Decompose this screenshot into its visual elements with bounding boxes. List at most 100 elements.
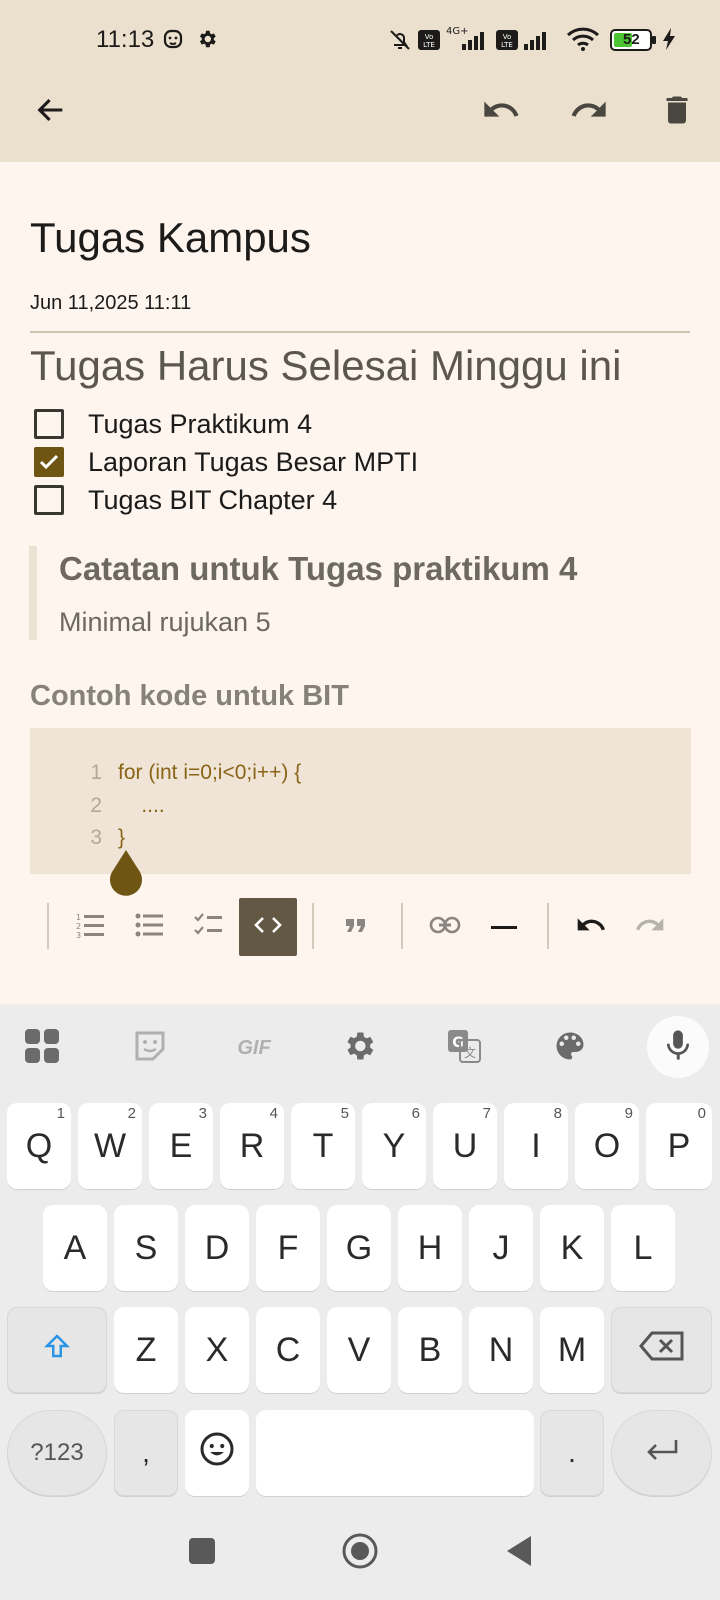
back-triangle-icon [505, 1535, 533, 1571]
home-button[interactable] [337, 1530, 383, 1576]
code-text: for (int i=0;i<0;i++) { [118, 761, 302, 784]
voice-input-button[interactable] [647, 1016, 709, 1078]
key-d[interactable]: D [185, 1205, 249, 1291]
key-label: N [488, 1330, 514, 1369]
text-cursor-handle[interactable] [106, 850, 146, 898]
apps-grid-icon [24, 1028, 60, 1069]
key-o[interactable]: O9 [575, 1103, 639, 1189]
key-s[interactable]: S [114, 1205, 178, 1291]
checkbox-checked[interactable] [34, 447, 64, 477]
checkbox[interactable] [34, 485, 64, 515]
apps-grid-button[interactable] [12, 1018, 72, 1078]
key-label: A [63, 1228, 87, 1267]
backspace-key[interactable] [611, 1307, 712, 1393]
key-b[interactable]: B [398, 1307, 462, 1393]
key-k[interactable]: K [540, 1205, 604, 1291]
key-q[interactable]: Q1 [7, 1103, 71, 1189]
key-g[interactable]: G [327, 1205, 391, 1291]
recents-button[interactable] [179, 1530, 225, 1576]
undo-icon [575, 909, 607, 946]
undo-button[interactable] [475, 86, 527, 138]
key-p[interactable]: P0 [646, 1103, 712, 1189]
key-f[interactable]: F [256, 1205, 320, 1291]
period-key[interactable]: . [540, 1410, 604, 1496]
svg-text:文: 文 [464, 1045, 476, 1060]
shift-arrow-icon [42, 1331, 72, 1370]
sticker-icon [133, 1029, 167, 1068]
back-nav-button[interactable] [496, 1530, 542, 1576]
check-icon [39, 454, 59, 470]
volte-icon-2: Vo LTE [496, 30, 518, 55]
shift-key[interactable] [7, 1307, 107, 1393]
ordered-list-button[interactable]: 123 [62, 898, 120, 956]
key-w[interactable]: W2 [78, 1103, 142, 1189]
key-m[interactable]: M [540, 1307, 604, 1393]
space-key[interactable] [256, 1410, 534, 1496]
key-u[interactable]: U7 [433, 1103, 497, 1189]
quote-button[interactable] [327, 898, 385, 956]
translate-icon: G文 [446, 1028, 482, 1069]
comma-key[interactable]: , [114, 1410, 178, 1496]
key-z[interactable]: Z [114, 1307, 178, 1393]
link-button[interactable] [416, 898, 474, 956]
key-h[interactable]: H [398, 1205, 462, 1291]
check-list-button[interactable] [180, 898, 238, 956]
svg-text:3: 3 [76, 931, 81, 938]
key-label: Z [135, 1330, 157, 1369]
checklist-item[interactable]: Laporan Tugas Besar MPTI [34, 444, 418, 480]
mic-icon [663, 1028, 693, 1067]
key-r[interactable]: R4 [220, 1103, 284, 1189]
horizontal-rule-button[interactable] [475, 898, 533, 956]
toolbar-undo-button[interactable] [562, 898, 620, 956]
key-j[interactable]: J [469, 1205, 533, 1291]
line-number: 1 [90, 761, 102, 784]
key-label: K [560, 1228, 584, 1267]
title-divider [30, 331, 690, 333]
redo-button[interactable] [563, 86, 615, 138]
key-v[interactable]: V [327, 1307, 391, 1393]
keyboard-settings-button[interactable] [329, 1018, 389, 1078]
key-a[interactable]: A [43, 1205, 107, 1291]
emoji-key[interactable] [185, 1410, 249, 1496]
signal-icon-2 [522, 28, 556, 57]
key-c[interactable]: C [256, 1307, 320, 1393]
bullet-list-icon [135, 912, 165, 943]
key-y[interactable]: Y6 [362, 1103, 426, 1189]
checklist-item[interactable]: Tugas BIT Chapter 4 [34, 482, 337, 518]
theme-button[interactable] [540, 1018, 600, 1078]
sticker-button[interactable] [120, 1018, 180, 1078]
code-button[interactable] [239, 898, 297, 956]
key-e[interactable]: E3 [149, 1103, 213, 1189]
checklist-item[interactable]: Tugas Praktikum 4 [34, 406, 312, 442]
toolbar-redo-button[interactable] [621, 898, 679, 956]
delete-button[interactable] [651, 86, 703, 138]
note-heading[interactable]: Tugas Harus Selesai Minggu ini [30, 342, 621, 390]
bullet-list-button[interactable] [121, 898, 179, 956]
blockquote-heading[interactable]: Catatan untuk Tugas praktikum 4 [59, 550, 577, 588]
symbols-key[interactable]: ?123 [7, 1410, 107, 1496]
back-button[interactable] [25, 86, 77, 138]
home-circle-icon [341, 1532, 379, 1575]
note-subheading[interactable]: Contoh kode untuk BIT [30, 680, 349, 713]
key-i[interactable]: I8 [504, 1103, 568, 1189]
translate-button[interactable]: G文 [434, 1018, 494, 1078]
key-l[interactable]: L [611, 1205, 675, 1291]
key-hint: 6 [411, 1105, 420, 1122]
note-title[interactable]: Tugas Kampus [30, 214, 311, 262]
checkbox[interactable] [34, 409, 64, 439]
square-icon [189, 1537, 215, 1569]
code-line: 2 .... [30, 794, 164, 826]
checklist-label: Laporan Tugas Besar MPTI [88, 446, 419, 477]
redo-icon [634, 909, 666, 946]
enter-icon [644, 1434, 680, 1473]
ordered-list-icon: 123 [76, 912, 106, 943]
blockquote-text[interactable]: Minimal rujukan 5 [59, 607, 271, 638]
key-hint: 5 [340, 1105, 349, 1122]
key-n[interactable]: N [469, 1307, 533, 1393]
key-t[interactable]: T5 [291, 1103, 355, 1189]
svg-text:Vo: Vo [503, 33, 512, 41]
horizontal-rule-icon [491, 918, 517, 936]
gif-button[interactable]: GIF [224, 1018, 284, 1078]
enter-key[interactable] [611, 1410, 712, 1496]
key-x[interactable]: X [185, 1307, 249, 1393]
